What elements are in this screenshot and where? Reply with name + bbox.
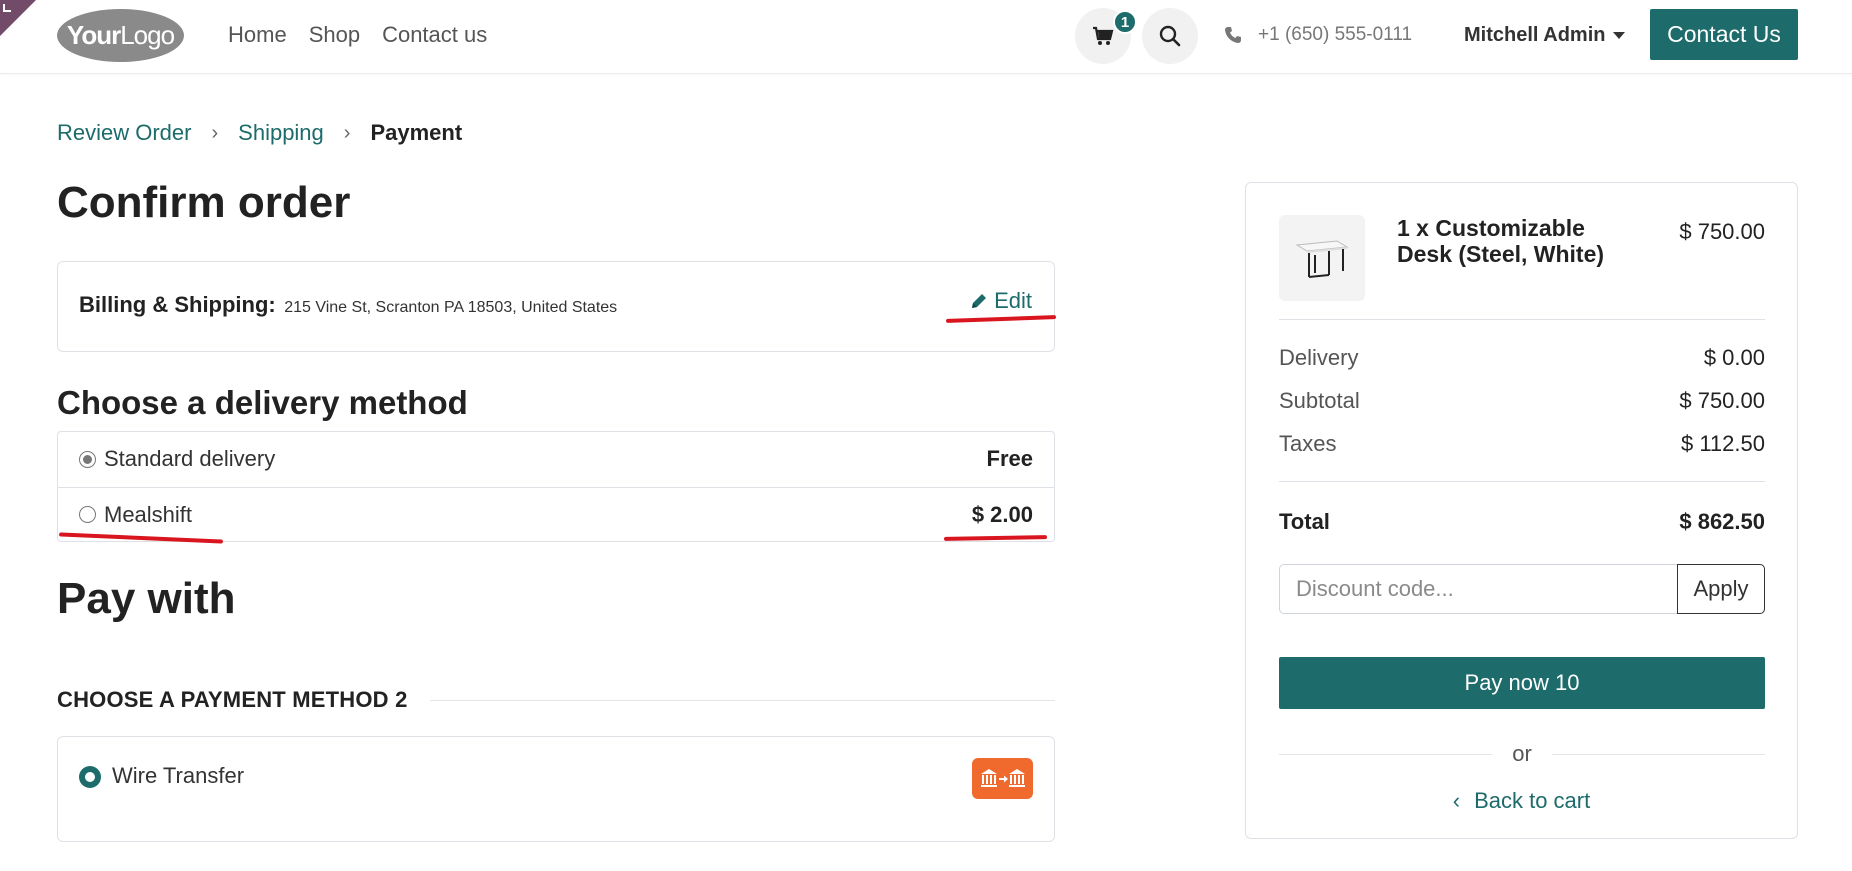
summary-row-delivery: Delivery $ 0.00 (1279, 345, 1765, 371)
contact-us-button[interactable]: Contact Us (1650, 9, 1798, 60)
edit-label: Edit (994, 288, 1032, 313)
phone-contact[interactable]: +1 (650) 555-0111 (1224, 24, 1412, 46)
billing-address: Billing & Shipping: 215 Vine St, Scranto… (79, 292, 617, 318)
payment-method-heading-text: CHOOSE A PAYMENT METHOD 2 (57, 687, 408, 712)
checkout-breadcrumb: Review Order › Shipping › Payment (57, 120, 462, 146)
divider (1279, 481, 1765, 482)
pencil-icon (972, 294, 987, 308)
delivery-radio-mealshift[interactable] (79, 506, 96, 523)
pay-with-title: Pay with (57, 574, 236, 623)
billing-address-value: 215 Vine St, Scranton PA 18503, United S… (284, 299, 618, 316)
delivery-option-mealshift[interactable]: Mealshift $ 2.00 (58, 487, 1054, 541)
delivery-radio-standard[interactable] (79, 450, 96, 468)
desk-icon (1295, 240, 1349, 278)
apply-discount-button[interactable]: Apply (1677, 564, 1765, 614)
payment-method-heading: CHOOSE A PAYMENT METHOD 2 (57, 687, 1055, 713)
divider (429, 699, 1055, 701)
product-price: $ 750.00 (1679, 219, 1765, 244)
delivery-label: Mealshift (104, 501, 193, 527)
divider (1551, 753, 1765, 755)
summary-value: $ 750.00 (1679, 388, 1765, 413)
chevron-right-icon: › (211, 121, 219, 144)
discount-form: Apply (1279, 564, 1765, 614)
or-separator: or (1279, 741, 1765, 767)
user-name: Mitchell Admin (1464, 24, 1606, 46)
delivery-method-title: Choose a delivery method (57, 384, 468, 421)
summary-value: $ 112.50 (1680, 431, 1765, 456)
delivery-methods-list: Standard delivery Free Mealshift $ 2.00 (57, 431, 1055, 542)
back-to-cart-link[interactable]: ‹ Back to cart (1246, 788, 1797, 814)
order-summary-card: 1 x Customizable Desk (Steel, White) $ 7… (1245, 182, 1798, 839)
logo-text: Logo (120, 20, 175, 50)
divider (1279, 753, 1493, 755)
payment-option-wire-transfer[interactable]: Wire Transfer (57, 736, 1055, 842)
nav-shop[interactable]: Shop (309, 22, 360, 48)
summary-label: Taxes (1279, 431, 1337, 456)
chevron-left-icon: ‹ (1452, 788, 1461, 813)
nav-home[interactable]: Home (228, 22, 287, 48)
pay-now-button[interactable]: Pay now 10 (1279, 657, 1765, 709)
edit-address-link[interactable]: Edit (970, 288, 1032, 314)
summary-row-taxes: Taxes $ 112.50 (1279, 431, 1765, 457)
delivery-price: Free (986, 446, 1033, 471)
search-button[interactable] (1142, 8, 1198, 64)
nav-contact-us[interactable]: Contact us (382, 22, 487, 48)
delivery-option-standard[interactable]: Standard delivery Free (58, 432, 1054, 486)
product-name: 1 x Customizable Desk (Steel, White) (1397, 215, 1605, 268)
logo-text-bold: Your (66, 20, 121, 50)
billing-shipping-card: Billing & Shipping: 215 Vine St, Scranto… (57, 261, 1055, 352)
or-text: or (1512, 741, 1532, 766)
cart-count-badge: 1 (1113, 10, 1137, 34)
discount-code-input[interactable] (1280, 565, 1677, 613)
delivery-label: Standard delivery (104, 446, 276, 471)
back-to-cart-label: Back to cart (1474, 788, 1591, 813)
phone-icon (1225, 27, 1241, 43)
summary-value: $ 0.00 (1703, 345, 1765, 370)
search-icon (1159, 25, 1181, 47)
caret-down-icon (1613, 32, 1626, 39)
bank-transfer-icon (972, 758, 1033, 799)
site-header: Your Logo Home Shop Contact us 1 +1 (650)… (0, 0, 1852, 74)
summary-row-subtotal: Subtotal $ 750.00 (1279, 388, 1765, 414)
user-menu[interactable]: Mitchell Admin (1464, 24, 1626, 47)
total-value: $ 862.50 (1679, 509, 1765, 534)
chevron-right-icon: › (343, 121, 351, 144)
payment-radio-wire-transfer[interactable] (79, 766, 101, 788)
breadcrumb-payment: Payment (370, 120, 463, 145)
delivery-price: $ 2.00 (971, 501, 1033, 527)
product-thumbnail[interactable] (1279, 215, 1365, 301)
corner-icon (3, 4, 11, 12)
summary-label: Subtotal (1279, 388, 1360, 413)
total-label: Total (1279, 509, 1330, 534)
breadcrumb-review-order[interactable]: Review Order (57, 120, 191, 146)
payment-method-label: Wire Transfer (112, 763, 245, 788)
page-title: Confirm order (57, 178, 351, 227)
main-nav: Home Shop Contact us (228, 22, 487, 48)
site-logo[interactable]: Your Logo (57, 9, 184, 62)
divider (1279, 319, 1765, 320)
billing-label: Billing & Shipping: (79, 292, 276, 317)
cart-button[interactable]: 1 (1075, 8, 1137, 64)
breadcrumb-shipping[interactable]: Shipping (238, 120, 324, 146)
phone-number: +1 (650) 555-0111 (1258, 24, 1413, 45)
summary-row-total: Total $ 862.50 (1279, 509, 1765, 535)
shopping-cart-icon (1093, 26, 1114, 45)
summary-label: Delivery (1279, 345, 1359, 370)
